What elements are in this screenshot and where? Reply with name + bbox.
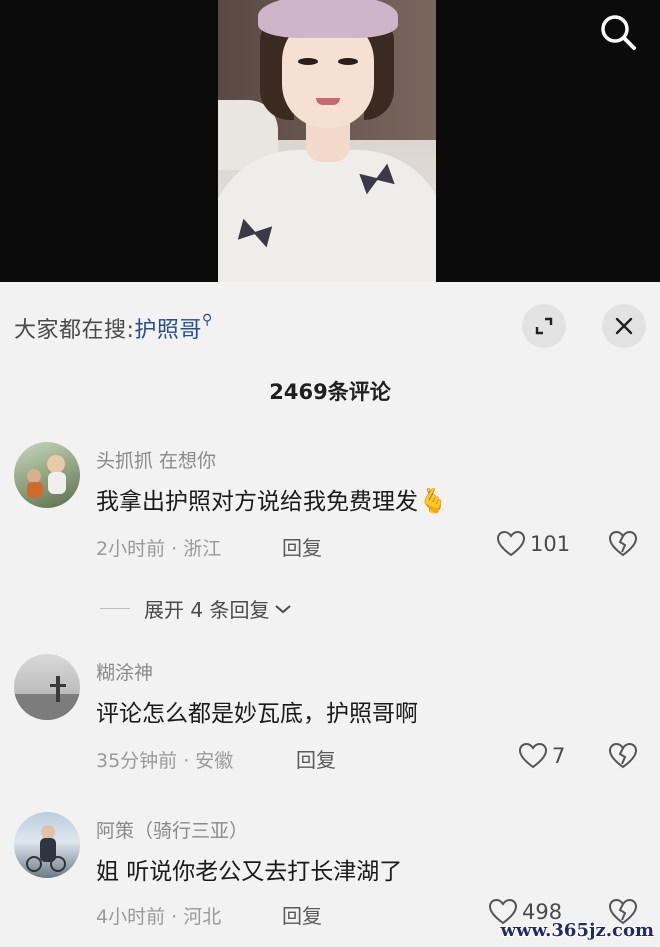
- divider: [100, 608, 130, 609]
- expand-panel-button[interactable]: [522, 304, 566, 348]
- comment-username[interactable]: 头抓抓 在想你: [96, 446, 216, 473]
- close-button[interactable]: [602, 304, 646, 348]
- dislike-button[interactable]: [608, 530, 638, 562]
- comment-count: 2469条评论: [269, 380, 391, 404]
- comment-meta: 2小时前 · 浙江: [96, 538, 222, 560]
- trending-search[interactable]: 大家都在搜:护照哥⚲: [14, 312, 213, 344]
- reply-button[interactable]: 回复: [282, 532, 322, 561]
- avatar[interactable]: [14, 654, 80, 720]
- comment-text: 姐 听说你老公又去打长津湖了: [96, 859, 403, 885]
- video-player[interactable]: [0, 0, 660, 282]
- finger-heart-emoji: 🫰: [418, 487, 448, 515]
- comment-text: 我拿出护照对方说给我免费理发🫰: [96, 482, 448, 516]
- expand-replies-label: 展开 4 条回复: [144, 598, 270, 622]
- comment-meta: 4小时前 · 河北: [96, 906, 222, 928]
- comment-text-body: 我拿出护照对方说给我免费理发: [96, 489, 418, 515]
- reply-button[interactable]: 回复: [296, 744, 336, 773]
- heart-icon: [518, 742, 548, 769]
- like-button[interactable]: 7: [518, 742, 565, 770]
- expand-corner-icon: [535, 317, 553, 335]
- heart-icon: [496, 530, 526, 557]
- watermark: www.365jz.com: [500, 920, 654, 941]
- like-button[interactable]: 101: [496, 530, 570, 558]
- like-count: 7: [552, 744, 566, 768]
- trending-search-prefix: 大家都在搜:: [14, 318, 135, 343]
- magnifier-small-icon: ⚲: [201, 312, 213, 328]
- broken-heart-icon: [608, 530, 638, 557]
- video-frame: [218, 0, 436, 282]
- expand-replies-button[interactable]: 展开 4 条回复: [100, 594, 293, 623]
- comment-panel: 大家都在搜:护照哥⚲ 2469条评论 头抓抓 在想你 我拿出护照对方说给我免费理…: [0, 282, 660, 947]
- comment-username[interactable]: 糊涂神: [96, 658, 153, 685]
- close-icon: [615, 317, 633, 335]
- avatar[interactable]: [14, 812, 80, 878]
- comment-text: 评论怎么都是妙瓦底，护照哥啊: [96, 701, 418, 727]
- comment-meta: 35分钟前 · 安徽: [96, 750, 234, 772]
- like-count: 101: [530, 532, 571, 556]
- trending-search-term[interactable]: 护照哥: [134, 318, 202, 343]
- comment-username[interactable]: 阿策（骑行三亚）: [96, 816, 248, 843]
- dislike-button[interactable]: [608, 742, 638, 774]
- search-icon[interactable]: [596, 10, 640, 54]
- reply-button[interactable]: 回复: [282, 900, 322, 929]
- avatar[interactable]: [14, 442, 80, 508]
- broken-heart-icon: [608, 742, 638, 769]
- chevron-down-icon: [275, 604, 292, 613]
